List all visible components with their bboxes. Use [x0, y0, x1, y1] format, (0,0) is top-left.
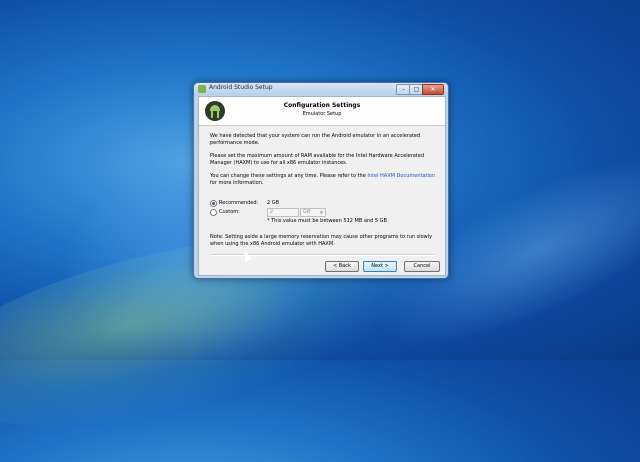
intro-paragraph: We have detected that your system can ru…	[210, 133, 421, 146]
recommended-radio[interactable]	[210, 200, 217, 207]
window-title: Android Studio Setup	[209, 84, 273, 91]
ram-unit-value: GB	[303, 209, 311, 215]
custom-label[interactable]: Custom:	[219, 208, 240, 216]
setup-window: Android Studio Setup – □ ✕ Configuration…	[193, 82, 449, 279]
docs-suffix: for more information.	[210, 180, 264, 186]
recommended-value: 2 GB	[267, 200, 280, 206]
custom-ram-input[interactable]: 2	[267, 208, 299, 217]
back-button[interactable]: < Back	[325, 261, 359, 272]
ram-unit-select[interactable]: GB ▼	[300, 208, 326, 217]
next-button[interactable]: Next >	[363, 261, 397, 272]
android-studio-icon	[198, 85, 206, 93]
page-subtitle: Emulator Setup	[302, 111, 342, 117]
docs-paragraph: You can change these settings at any tim…	[210, 173, 436, 187]
ram-paragraph: Please set the maximum amount of RAM ava…	[210, 153, 425, 166]
haxm-docs-link[interactable]: Intel HAXM Documentation	[367, 173, 435, 179]
recommended-label[interactable]: Recommended:	[219, 199, 258, 207]
custom-radio[interactable]	[210, 209, 217, 216]
title-bar[interactable]: Android Studio Setup – □ ✕	[194, 83, 448, 95]
page-title: Configuration Settings	[283, 102, 361, 109]
close-button[interactable]: ✕	[422, 84, 444, 95]
chevron-down-icon: ▼	[319, 210, 323, 215]
docs-prefix: You can change these settings at any tim…	[210, 173, 368, 179]
dialog-content: Configuration Settings Emulator Setup We…	[198, 96, 446, 276]
wizard-header: Configuration Settings Emulator Setup	[199, 97, 445, 126]
cancel-button[interactable]: Cancel	[404, 261, 440, 272]
memory-note: Note: Setting aside a large memory reser…	[210, 234, 433, 247]
ram-range-hint: * This value must be between 512 MB and …	[267, 218, 387, 224]
